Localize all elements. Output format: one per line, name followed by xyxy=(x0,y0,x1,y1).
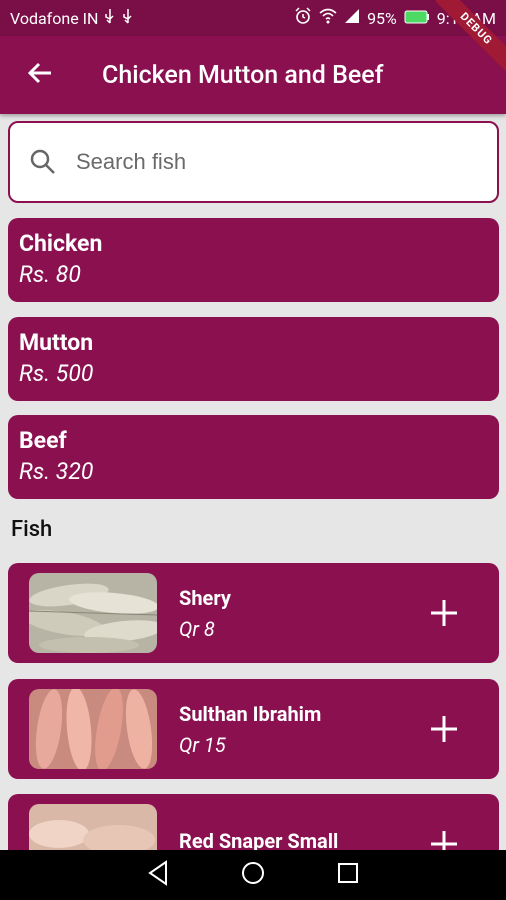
battery-icon xyxy=(404,9,430,28)
item-price: Rs. 320 xyxy=(19,458,94,485)
fish-name: Red Snaper Small xyxy=(179,828,339,853)
fish-price: Qr 8 xyxy=(179,616,215,641)
plus-icon xyxy=(427,600,461,634)
triangle-back-icon xyxy=(146,860,170,890)
item-name: Chicken xyxy=(19,230,103,257)
meat-card-chicken[interactable]: Chicken Rs. 80 xyxy=(8,218,499,302)
plus-icon xyxy=(427,716,461,750)
wifi-icon xyxy=(319,8,337,28)
search-input[interactable] xyxy=(76,149,456,175)
meat-card-beef[interactable]: Beef Rs. 320 xyxy=(8,415,499,499)
nav-back-button[interactable] xyxy=(138,855,178,895)
fish-image xyxy=(29,689,157,769)
nav-home-button[interactable] xyxy=(233,855,273,895)
debug-label: DEBUG xyxy=(436,0,506,70)
usb-icon xyxy=(122,8,134,28)
page-title: Chicken Mutton and Beef xyxy=(102,60,384,90)
fish-image xyxy=(29,573,157,653)
fish-price: Qr 15 xyxy=(179,732,226,757)
add-button[interactable] xyxy=(427,596,461,630)
battery-percent: 95% xyxy=(367,8,397,28)
usb-icon xyxy=(104,8,116,28)
item-price: Rs. 500 xyxy=(19,360,94,387)
nav-recents-button[interactable] xyxy=(328,855,368,895)
debug-banner: DEBUG xyxy=(436,0,506,70)
item-name: Mutton xyxy=(19,329,94,356)
system-nav-bar xyxy=(0,850,506,900)
item-name: Beef xyxy=(19,427,67,454)
item-price: Rs. 80 xyxy=(19,261,81,288)
add-button[interactable] xyxy=(427,712,461,746)
section-heading-fish: Fish xyxy=(11,517,53,542)
fish-name: Shery xyxy=(179,585,231,610)
search-box[interactable] xyxy=(8,121,499,203)
app-bar: Chicken Mutton and Beef xyxy=(0,36,506,114)
back-button[interactable] xyxy=(0,36,80,114)
fish-name: Sulthan Ibrahim xyxy=(179,701,322,726)
signal-icon xyxy=(344,8,360,28)
fish-card[interactable]: Shery Qr 8 xyxy=(8,563,499,663)
status-bar: Vodafone IN 95% 9:18 AM xyxy=(0,0,506,36)
circle-home-icon xyxy=(240,860,266,890)
meat-card-mutton[interactable]: Mutton Rs. 500 xyxy=(8,317,499,401)
carrier-label: Vodafone IN xyxy=(10,8,99,28)
square-recents-icon xyxy=(337,862,359,888)
fish-card[interactable]: Sulthan Ibrahim Qr 15 xyxy=(8,679,499,779)
alarm-icon xyxy=(294,7,312,29)
search-icon xyxy=(10,148,76,176)
arrow-back-icon xyxy=(27,61,53,89)
